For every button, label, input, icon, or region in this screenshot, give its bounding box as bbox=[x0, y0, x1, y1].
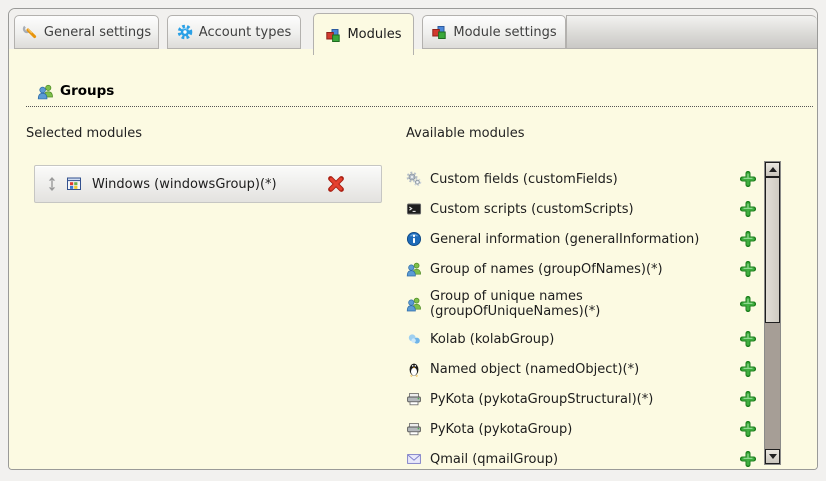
section-divider bbox=[26, 106, 813, 107]
available-module-row: Kolab (kolabGroup) bbox=[406, 324, 756, 354]
available-module-label: PyKota (pykotaGroupStructural)(*) bbox=[430, 392, 653, 407]
add-module-button[interactable] bbox=[740, 451, 756, 467]
group-icon bbox=[406, 296, 422, 312]
arrow-down-icon bbox=[769, 454, 777, 459]
available-module-row: Group of names (groupOfNames)(*) bbox=[406, 254, 756, 284]
tab-bar: General settings Account types bbox=[9, 9, 817, 49]
available-modules-scrollbar[interactable] bbox=[764, 161, 781, 465]
tab-bar-filler bbox=[566, 15, 817, 49]
add-module-button[interactable] bbox=[740, 421, 756, 437]
kolab-icon bbox=[406, 331, 422, 347]
available-module-label: PyKota (pykotaGroup) bbox=[430, 422, 572, 437]
printer-icon bbox=[406, 421, 422, 437]
available-module-label: Group of names (groupOfNames)(*) bbox=[430, 262, 663, 277]
groups-icon bbox=[37, 83, 53, 99]
tab-modules[interactable]: Modules bbox=[313, 13, 414, 55]
available-module-row: General information (generalInformation) bbox=[406, 224, 756, 254]
selected-modules-heading: Selected modules bbox=[26, 126, 142, 141]
penguin-icon bbox=[406, 361, 422, 377]
add-module-button[interactable] bbox=[740, 231, 756, 247]
available-module-row: Custom fields (customFields) bbox=[406, 164, 756, 194]
modules-blocks-icon bbox=[325, 27, 341, 43]
tab-label: Module settings bbox=[453, 25, 556, 40]
terminal-icon bbox=[406, 201, 422, 217]
windows-icon bbox=[66, 176, 82, 192]
tab-label: General settings bbox=[44, 25, 151, 40]
arrow-up-icon bbox=[769, 167, 777, 172]
available-module-row: Qmail (qmailGroup) bbox=[406, 444, 756, 470]
add-module-button[interactable] bbox=[740, 296, 756, 312]
info-icon bbox=[406, 231, 422, 247]
tab-label: Account types bbox=[199, 25, 291, 40]
section-title: Groups bbox=[60, 83, 114, 99]
available-module-row: PyKota (pykotaGroup) bbox=[406, 414, 756, 444]
available-module-label: Group of unique names (groupOfUniqueName… bbox=[430, 289, 662, 319]
remove-module-button[interactable] bbox=[327, 175, 345, 193]
available-module-label: Qmail (qmailGroup) bbox=[430, 452, 558, 467]
available-modules-heading: Available modules bbox=[406, 126, 524, 141]
selected-module-row: Windows (windowsGroup)(*) bbox=[34, 165, 382, 203]
tab-account-types[interactable]: Account types bbox=[167, 15, 301, 49]
selected-module-label: Windows (windowsGroup)(*) bbox=[92, 177, 320, 192]
add-module-button[interactable] bbox=[740, 201, 756, 217]
printer-icon bbox=[406, 391, 422, 407]
scroll-up-button[interactable] bbox=[765, 162, 780, 177]
gears-icon bbox=[406, 171, 422, 187]
tab-module-settings[interactable]: Module settings bbox=[422, 15, 566, 49]
settings-window: General settings Account types bbox=[8, 8, 818, 470]
add-module-button[interactable] bbox=[740, 391, 756, 407]
modules-blocks-icon bbox=[431, 24, 447, 40]
mail-icon bbox=[406, 451, 422, 467]
available-module-row: PyKota (pykotaGroupStructural)(*) bbox=[406, 384, 756, 414]
drag-handle-icon[interactable] bbox=[45, 176, 59, 192]
available-module-row: Named object (namedObject)(*) bbox=[406, 354, 756, 384]
add-module-button[interactable] bbox=[740, 361, 756, 377]
modules-tab-content: Groups Selected modules Available module… bbox=[9, 49, 817, 469]
add-module-button[interactable] bbox=[740, 171, 756, 187]
available-module-label: Kolab (kolabGroup) bbox=[430, 332, 554, 347]
available-module-label: Named object (namedObject)(*) bbox=[430, 362, 639, 377]
available-modules-list: Custom fields (customFields) bbox=[406, 164, 756, 470]
tab-general-settings[interactable]: General settings bbox=[14, 15, 159, 49]
scrollbar-thumb[interactable] bbox=[765, 177, 780, 323]
add-module-button[interactable] bbox=[740, 261, 756, 277]
available-module-row: Group of unique names (groupOfUniqueName… bbox=[406, 284, 756, 324]
section-heading: Groups bbox=[37, 83, 114, 99]
available-module-label: General information (generalInformation) bbox=[430, 232, 699, 247]
wrench-icon bbox=[22, 24, 38, 40]
available-module-label: Custom fields (customFields) bbox=[430, 172, 618, 187]
available-module-label: Custom scripts (customScripts) bbox=[430, 202, 634, 217]
available-module-row: Custom scripts (customScripts) bbox=[406, 194, 756, 224]
group-icon bbox=[406, 261, 422, 277]
account-gear-icon bbox=[177, 24, 193, 40]
scroll-down-button[interactable] bbox=[765, 449, 780, 464]
tab-label: Modules bbox=[347, 27, 401, 42]
add-module-button[interactable] bbox=[740, 331, 756, 347]
